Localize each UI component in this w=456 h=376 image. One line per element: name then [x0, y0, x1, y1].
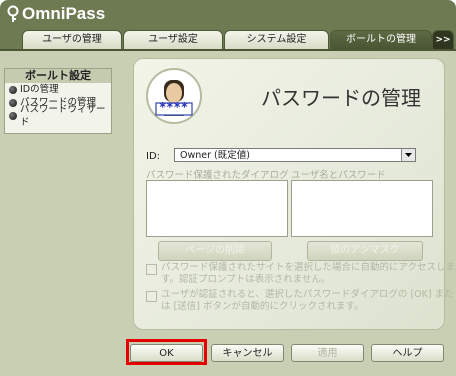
omnipass-window: OmniPass ユーザの管理 ユーザ設定 システム設定 ボールトの管理 >> … — [0, 0, 456, 376]
chevron-down-icon[interactable] — [401, 149, 415, 161]
bullet-icon — [9, 98, 17, 107]
bullet-icon — [9, 85, 17, 94]
tab-bar: ユーザの管理 ユーザ設定 システム設定 ボールトの管理 >> — [22, 30, 456, 50]
auto-access-checkbox[interactable] — [146, 264, 157, 275]
button-bar: OK キャンセル 適用 ヘルプ — [0, 344, 456, 364]
id-select-value: Owner (既定値) — [180, 150, 250, 161]
tab-system-settings[interactable]: システム設定 — [224, 30, 329, 49]
tab-scroll-right-button[interactable]: >> — [432, 30, 454, 49]
app-name: OmniPass — [22, 4, 106, 23]
apply-button[interactable]: 適用 — [291, 344, 364, 362]
password-management-panel: **** パスワードの管理 ID: Owner (既定値) パスワード保護された… — [133, 58, 455, 330]
unmask-button[interactable]: 値のアンマスク — [307, 241, 423, 261]
auto-access-text: パスワード保護されたサイトを選択した場合に自動的にアクセスします。認証プロンプト… — [161, 262, 456, 285]
auto-click-text: ユーザが認証されると、選択したパスワードダイアログの [OK] または [送信]… — [161, 289, 454, 312]
username-password-list[interactable] — [291, 180, 433, 237]
tab-user-settings[interactable]: ユーザ設定 — [123, 30, 223, 49]
sidebar-item-label: パスワードウィザード — [20, 103, 106, 128]
omnipass-key-icon — [6, 5, 20, 23]
sidebar-title: ボールト設定 — [5, 69, 111, 83]
auto-click-checkbox[interactable] — [146, 291, 157, 302]
content-area: ボールト設定 IDの管理 パスワードの管理 パスワードウィザード **** パス… — [0, 49, 456, 376]
app-logo: OmniPass — [6, 4, 105, 24]
sidebar-item-label: IDの管理 — [20, 84, 59, 95]
id-label: ID: — [146, 151, 161, 162]
ok-highlight-box — [126, 339, 207, 365]
help-button[interactable]: ヘルプ — [371, 344, 444, 362]
delete-page-button[interactable]: ページの削除 — [158, 241, 272, 261]
bullet-icon — [9, 111, 17, 120]
username-password-label: ユーザ名とパスワード — [291, 170, 386, 181]
protected-dialogs-label: パスワード保護されたダイアログ — [146, 170, 289, 181]
tab-vault-management[interactable]: ボールトの管理 — [330, 30, 432, 49]
protected-dialogs-list[interactable] — [146, 180, 288, 237]
id-select[interactable]: Owner (既定値) — [174, 148, 416, 162]
user-avatar-icon: **** — [146, 68, 202, 124]
sidebar-item-id-management[interactable]: IDの管理 — [5, 83, 111, 96]
sidebar-item-password-wizard[interactable]: パスワードウィザード — [5, 104, 111, 128]
vault-settings-sidebar: ボールト設定 IDの管理 パスワードの管理 パスワードウィザード — [4, 68, 112, 134]
title-bar: OmniPass — [0, 0, 456, 28]
page-title: パスワードの管理 — [261, 86, 421, 110]
cancel-button[interactable]: キャンセル — [211, 344, 284, 362]
tab-user-management[interactable]: ユーザの管理 — [22, 30, 122, 49]
avatar-password-badge: **** — [159, 100, 189, 114]
